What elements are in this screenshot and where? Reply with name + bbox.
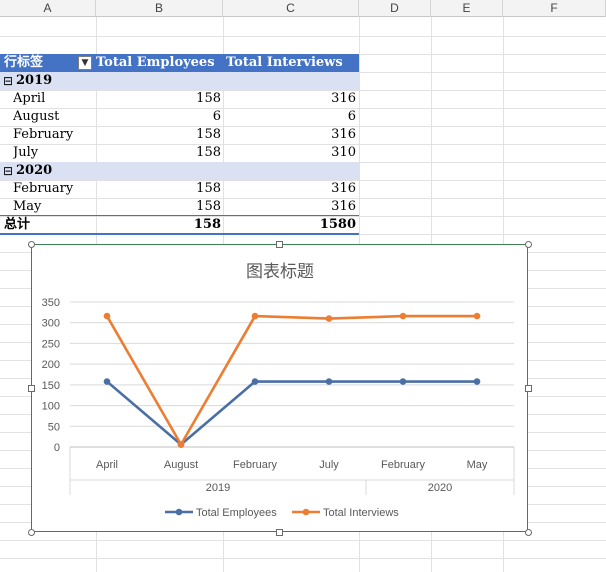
column-header-c[interactable]: C	[223, 0, 359, 17]
pivot-row-label[interactable]: April	[13, 90, 93, 108]
pivot-row-label[interactable]: July	[13, 144, 93, 162]
pivot-cell-employees[interactable]: 158	[96, 144, 221, 162]
pivot-cell-interviews[interactable]: 316	[223, 90, 356, 108]
collapse-toggle-icon[interactable]: ⊟	[3, 72, 17, 90]
pivot-cell-interviews[interactable]: 6	[223, 108, 356, 126]
resize-handle-top-left[interactable]	[28, 241, 35, 248]
legend-marker	[175, 508, 183, 516]
pivot-col-employees-header[interactable]: Total Employees	[96, 54, 223, 72]
data-point	[103, 312, 111, 320]
data-point	[103, 378, 111, 385]
y-tick-label: 200	[42, 359, 60, 371]
pivot-row-labels-header[interactable]: 行标签	[4, 54, 78, 72]
data-point	[177, 441, 185, 448]
resize-handle-bottom[interactable]	[276, 529, 283, 536]
pivot-row-label[interactable]: August	[13, 108, 93, 126]
pivot-cell-employees[interactable]: 158	[96, 90, 221, 108]
chart-title[interactable]: 图表标题	[246, 262, 314, 281]
resize-handle-bottom-right[interactable]	[525, 529, 532, 536]
collapse-toggle-icon[interactable]: ⊟	[3, 162, 17, 180]
line-chart[interactable]: 图表标题 0 50 100 150 200 250 300 350 April August Fe…	[31, 244, 528, 532]
data-point	[399, 378, 407, 385]
pivot-cell-employees[interactable]: 158	[96, 126, 221, 144]
data-point	[473, 312, 481, 320]
data-point	[251, 312, 259, 320]
grand-total-label[interactable]: 总计	[4, 216, 84, 234]
resize-handle-right[interactable]	[525, 385, 532, 392]
y-tick-label: 300	[42, 318, 60, 330]
y-tick-label: 250	[42, 338, 60, 350]
pivot-row-label[interactable]: May	[13, 198, 93, 216]
y-tick-label: 150	[42, 380, 60, 392]
x-tick-label: August	[164, 459, 198, 471]
pivot-row-label[interactable]: February	[13, 180, 93, 198]
x-tick-label: April	[96, 459, 118, 471]
pivot-cell-employees[interactable]: 158	[96, 180, 221, 198]
resize-handle-top[interactable]	[276, 241, 283, 248]
pivot-cell-interviews[interactable]: 310	[223, 144, 356, 162]
grand-total-employees[interactable]: 158	[96, 216, 221, 234]
y-tick-label: 0	[54, 442, 60, 454]
legend-label: Total Interviews	[323, 507, 399, 519]
grid-row-line	[0, 540, 606, 541]
chart-canvas: 图表标题 0 50 100 150 200 250 300 350 April August Fe…	[42, 262, 515, 519]
x-tick-label: February	[233, 459, 278, 471]
filter-dropdown-icon[interactable]: ▼	[78, 56, 92, 70]
legend-label: Total Employees	[196, 507, 277, 519]
column-header-d[interactable]: D	[359, 0, 431, 17]
resize-handle-top-right[interactable]	[525, 241, 532, 248]
pivot-cell-interviews[interactable]: 316	[223, 126, 356, 144]
grand-total-bottom-border	[0, 233, 359, 235]
column-header-f[interactable]: F	[503, 0, 606, 17]
data-point	[251, 378, 259, 385]
pivot-cell-employees[interactable]: 6	[96, 108, 221, 126]
spreadsheet-grid: A B C D E F 行标签 ▼ Total Employees Total …	[0, 0, 606, 572]
column-header-e[interactable]: E	[431, 0, 503, 17]
grid-row-line	[0, 558, 606, 559]
x-tick-label: July	[319, 459, 339, 471]
x-group-label: 2019	[206, 482, 230, 494]
data-point	[473, 378, 481, 385]
column-header-b[interactable]: B	[96, 0, 223, 17]
column-header-a[interactable]: A	[0, 0, 96, 17]
pivot-cell-interviews[interactable]: 316	[223, 180, 356, 198]
y-tick-label: 100	[42, 401, 60, 413]
grid-row-line	[0, 36, 606, 37]
data-point	[325, 378, 333, 385]
pivot-cell-employees[interactable]: 158	[96, 198, 221, 216]
data-point	[325, 315, 333, 322]
pivot-col-interviews-header[interactable]: Total Interviews	[226, 54, 359, 72]
year-group-label[interactable]: 2020	[16, 162, 76, 180]
year-group-label[interactable]: 2019	[16, 72, 76, 90]
resize-handle-left[interactable]	[28, 385, 35, 392]
x-tick-label: May	[467, 459, 488, 471]
legend-marker	[302, 508, 310, 516]
x-group-label: 2020	[428, 482, 452, 494]
pivot-cell-interviews[interactable]: 316	[223, 198, 356, 216]
y-tick-label: 50	[48, 421, 60, 433]
y-tick-label: 350	[42, 297, 60, 309]
x-tick-label: February	[381, 459, 426, 471]
data-point	[399, 312, 407, 320]
pivot-row-label[interactable]: February	[13, 126, 93, 144]
grand-total-interviews[interactable]: 1580	[223, 216, 356, 234]
resize-handle-bottom-left[interactable]	[28, 529, 35, 536]
